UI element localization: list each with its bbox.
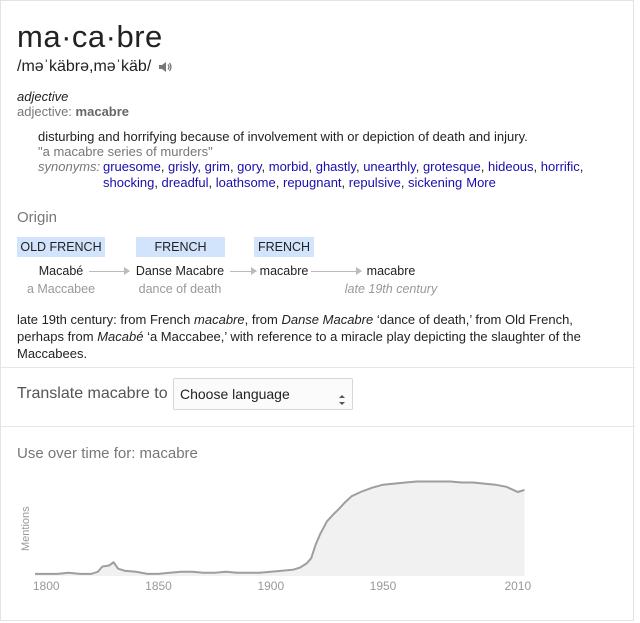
origin-text-part: , from [244,312,282,327]
x-tick-label: 2010 [504,579,531,593]
synonym-link[interactable]: sickening [408,175,462,190]
speaker-icon[interactable] [157,59,173,75]
synonym-link[interactable]: dreadful [162,175,209,190]
example-sentence: "a macabre series of murders" [38,144,213,159]
synonym-link[interactable]: shocking [103,175,154,190]
pos-form: adjective: macabre [17,104,129,119]
synonym-link[interactable]: grim [205,159,230,174]
x-tick-label: 1850 [145,579,172,593]
definition: disturbing and horrifying because of inv… [38,129,528,144]
y-axis-label: Mentions [20,506,32,551]
origin-description: late 19th century: from French macabre, … [17,311,617,362]
synonyms-list: gruesome, grisly, grim, gory, morbid, gh… [103,159,603,191]
synonyms-label: synonyms: [38,159,101,174]
pronunciation: /məˈkäbrə,məˈkäb/ [17,58,152,75]
synonym-separator: , [415,159,423,174]
divider [1,367,635,368]
origin-step-gloss-1: a Maccabee [26,282,96,296]
synonym-link[interactable]: horrific [541,159,580,174]
x-tick-label: 1800 [33,579,60,593]
more-synonyms-link[interactable]: More [466,175,496,190]
synonym-link[interactable]: grisly [168,159,197,174]
synonym-link[interactable]: loathsome [216,175,276,190]
origin-lang-french: FRENCH [136,237,225,257]
origin-lang-old-french: OLD FRENCH [17,237,105,257]
synonym-separator: , [261,159,269,174]
origin-heading: Origin [17,209,58,226]
origin-arrow [89,267,130,275]
synonym-link[interactable]: repugnant [283,175,342,190]
synonym-separator: , [579,159,584,174]
synonym-link[interactable]: unearthly [363,159,416,174]
pos-form-label: adjective: [17,104,72,119]
synonym-separator: , [275,175,283,190]
origin-text-part: Macabé [97,329,144,344]
origin-step-gloss-2: dance of death [138,282,222,296]
origin-step-word-2: Danse Macabre [135,264,225,278]
synonym-separator: , [308,159,316,174]
synonym-separator: , [197,159,205,174]
origin-arrow [230,267,257,275]
synonym-link[interactable]: morbid [269,159,309,174]
synonym-link[interactable]: grotesque [423,159,481,174]
synonym-separator: , [400,175,409,190]
synonym-separator: , [208,175,216,190]
usage-heading: Use over time for: macabre [17,445,198,462]
usage-area [35,481,525,576]
usage-chart: Mentions 1800 1850 1900 1950 2010 [20,480,531,593]
select-caret-icon [338,387,346,405]
synonym-link[interactable]: gruesome [103,159,161,174]
synonym-separator: , [154,175,162,190]
x-tick-label: 1950 [370,579,397,593]
synonym-link[interactable]: ghastly [316,159,356,174]
synonym-separator: , [160,159,169,174]
translate-label: Translate macabre to [17,385,168,402]
origin-step-word-3: macabre [259,264,309,278]
part-of-speech: adjective [17,89,69,104]
language-select[interactable]: Choose language [173,378,353,410]
language-select-value: Choose language [180,386,290,402]
origin-step-gloss-4: late 19th century [344,282,438,296]
synonym-link[interactable]: hideous [488,159,534,174]
divider [1,426,635,427]
origin-text-part: Danse Macabre [281,312,374,327]
x-tick-label: 1900 [257,579,284,593]
headword: ma·ca·bre [17,19,163,54]
synonym-link[interactable]: repulsive [349,175,401,190]
origin-text-part: macabre [194,312,245,327]
synonym-separator: , [341,175,349,190]
dictionary-card: ma·ca·bre /məˈkäbrə,məˈkäb/ adjective ad… [0,0,635,621]
pos-form-word: macabre [75,104,130,119]
origin-text-part: late 19th century: from French [17,312,195,327]
synonym-link[interactable]: gory [237,159,261,174]
pronunciation-row: /məˈkäbrə,məˈkäb/ [17,58,173,76]
synonym-separator: , [533,159,541,174]
origin-lang-french-2: FRENCH [254,237,314,257]
synonym-separator: , [480,159,488,174]
origin-step-word-4: macabre [366,264,416,278]
